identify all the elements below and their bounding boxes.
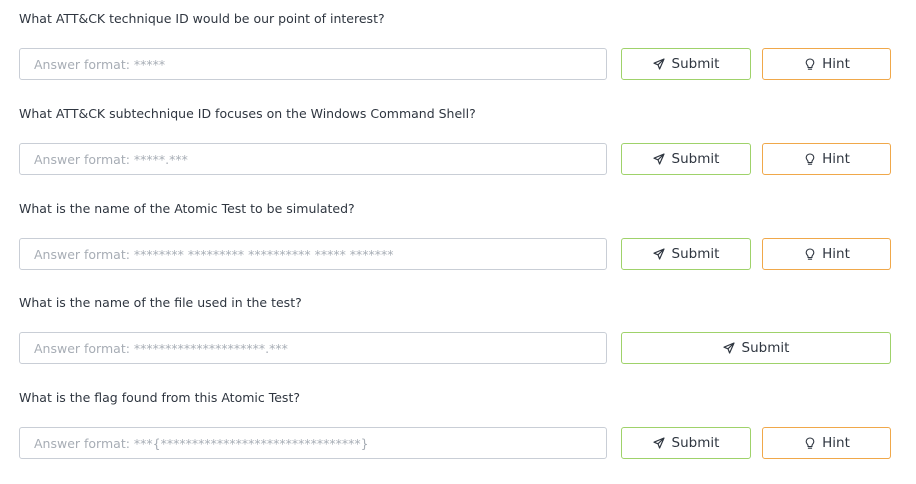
answer-input[interactable] <box>19 48 607 80</box>
question-text: What is the name of the Atomic Test to b… <box>19 201 355 216</box>
question-text: What ATT&CK subtechnique ID focuses on t… <box>19 106 476 121</box>
hint-label: Hint <box>822 435 850 451</box>
answer-input[interactable] <box>19 332 607 364</box>
hint-button[interactable]: Hint <box>762 143 891 175</box>
submit-button[interactable]: Submit <box>621 143 751 175</box>
answer-input[interactable] <box>19 143 607 175</box>
question-block-3: What is the name of the Atomic Test to b… <box>19 200 899 295</box>
question-block-5: What is the flag found from this Atomic … <box>19 389 899 484</box>
lightbulb-icon <box>803 152 816 166</box>
paper-plane-icon <box>653 248 666 261</box>
hint-label: Hint <box>822 246 850 262</box>
submit-label: Submit <box>671 435 720 451</box>
question-block-2: What ATT&CK subtechnique ID focuses on t… <box>19 105 899 200</box>
question-block-1: What ATT&CK technique ID would be our po… <box>19 10 899 105</box>
submit-label: Submit <box>671 151 720 167</box>
paper-plane-icon <box>653 437 666 450</box>
paper-plane-icon <box>723 342 736 355</box>
hint-label: Hint <box>822 56 850 72</box>
question-text: What ATT&CK technique ID would be our po… <box>19 11 385 26</box>
paper-plane-icon <box>653 58 666 71</box>
submit-label: Submit <box>741 340 790 356</box>
submit-label: Submit <box>671 246 720 262</box>
question-text: What is the name of the file used in the… <box>19 295 302 310</box>
lightbulb-icon <box>803 247 816 261</box>
answer-input[interactable] <box>19 238 607 270</box>
hint-button[interactable]: Hint <box>762 238 891 270</box>
question-text: What is the flag found from this Atomic … <box>19 390 300 405</box>
submit-button[interactable]: Submit <box>621 427 751 459</box>
question-block-4: What is the name of the file used in the… <box>19 294 899 389</box>
lightbulb-icon <box>803 436 816 450</box>
submit-button[interactable]: Submit <box>621 48 751 80</box>
submit-label: Submit <box>671 56 720 72</box>
submit-button[interactable]: Submit <box>621 238 751 270</box>
hint-button[interactable]: Hint <box>762 427 891 459</box>
answer-input[interactable] <box>19 427 607 459</box>
lightbulb-icon <box>803 57 816 71</box>
hint-label: Hint <box>822 151 850 167</box>
paper-plane-icon <box>653 153 666 166</box>
submit-button[interactable]: Submit <box>621 332 891 364</box>
hint-button[interactable]: Hint <box>762 48 891 80</box>
